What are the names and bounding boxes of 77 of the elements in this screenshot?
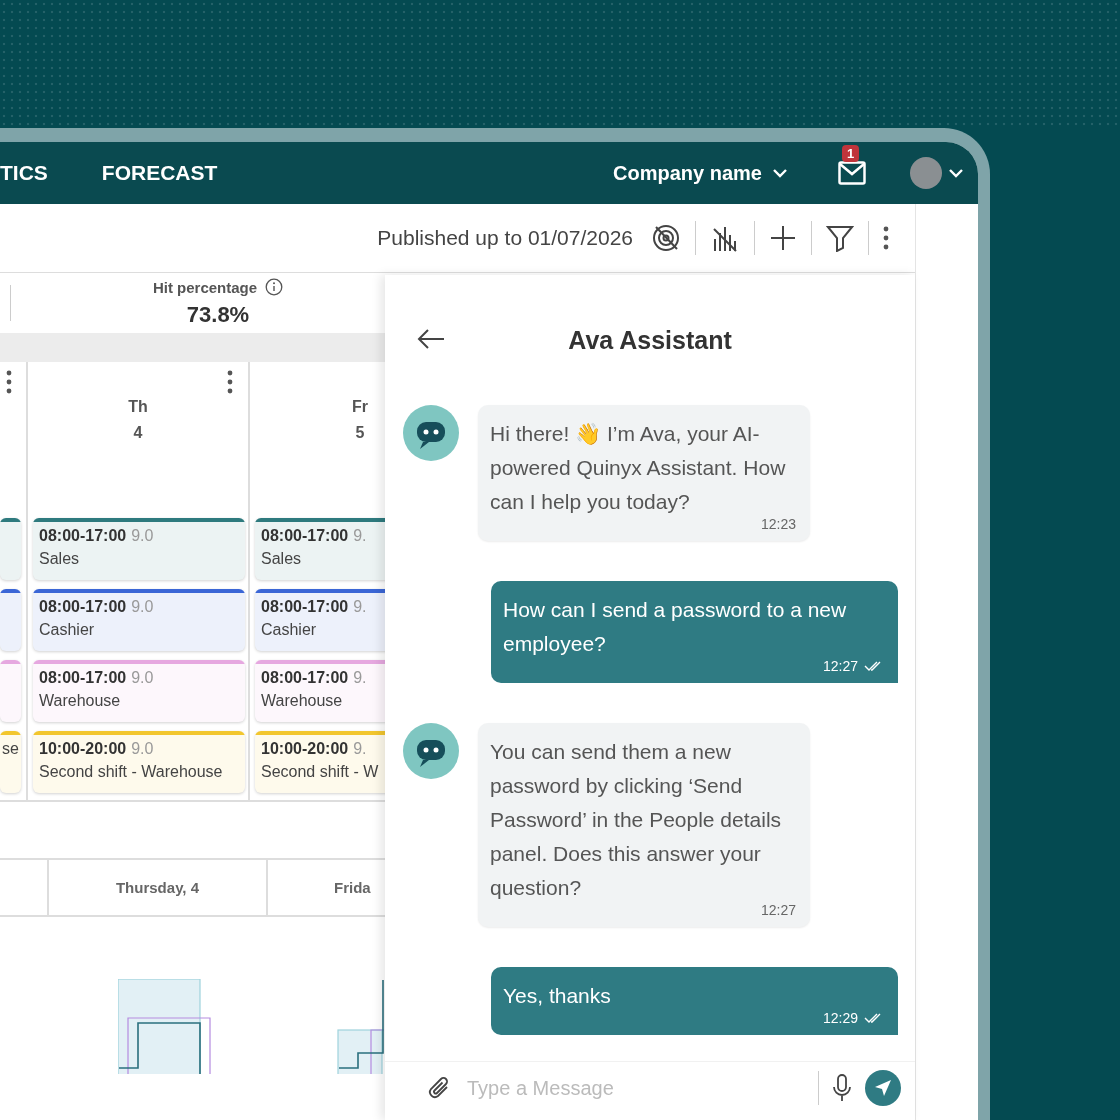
shift-card[interactable]: [0, 589, 21, 651]
shift-time: 08:00-17:00: [261, 669, 349, 687]
shift-name: se: [2, 740, 19, 758]
shift-hours: 9.0: [131, 740, 154, 758]
stat-label: Hit percentage: [152, 278, 258, 296]
shift-card[interactable]: 08:00-17:00 9. Cashier: [255, 589, 385, 651]
avatar[interactable]: [910, 157, 942, 189]
chevron-down-icon[interactable]: [948, 168, 964, 178]
shift-name: Second shift - W: [261, 763, 380, 781]
shift-card[interactable]: 08:00-17:00 9.0 Sales: [33, 518, 245, 580]
info-icon[interactable]: [265, 278, 284, 296]
robot-avatar-icon: [403, 405, 459, 461]
shift-time: 08:00-17:00: [39, 598, 127, 616]
shift-card[interactable]: 10:00-20:00 9.0 Second shift - Warehouse: [33, 731, 245, 793]
shift-hours: 9.: [353, 527, 367, 545]
published-status: Published up to 01/07/2026: [377, 226, 633, 250]
shift-name: Second shift - Warehouse: [39, 763, 224, 781]
day-date: 5: [355, 424, 365, 442]
shift-card[interactable]: 08:00-17:00 9.0 Warehouse: [33, 660, 245, 722]
shift-card[interactable]: se: [0, 731, 21, 793]
microphone-icon[interactable]: [833, 1074, 851, 1102]
day-name: Th: [128, 398, 148, 416]
send-button[interactable]: [865, 1070, 901, 1106]
stat-value: 73.8%: [186, 302, 250, 328]
chevron-down-icon: [772, 168, 788, 178]
shift-time: 08:00-17:00: [39, 527, 127, 545]
message-text: How can I send a password to a new employee?: [503, 597, 848, 657]
shift-time: 08:00-17:00: [39, 669, 127, 687]
shift-time: 10:00-20:00: [39, 740, 127, 758]
target-off-icon[interactable]: [651, 223, 681, 253]
mail-icon[interactable]: [838, 161, 866, 185]
robot-avatar-icon: [403, 723, 459, 779]
paperclip-icon[interactable]: [427, 1075, 451, 1101]
shift-time: 10:00-20:00: [261, 740, 349, 758]
shift-card[interactable]: 08:00-17:00 9. Sales: [255, 518, 385, 580]
message-time: 12:27: [760, 901, 796, 919]
send-icon: [874, 1079, 892, 1097]
message-text: Yes, thanks: [503, 983, 612, 1009]
more-options-icon[interactable]: [227, 370, 233, 394]
shift-hours: 9.0: [131, 669, 154, 687]
notification-badge: 1: [842, 145, 860, 162]
shift-hours: 9.0: [131, 598, 154, 616]
shift-name: Warehouse: [39, 692, 122, 710]
shift-name: Cashier: [39, 621, 96, 639]
shift-hours: 9.0: [131, 527, 154, 545]
day-heading: Thursday, 4: [115, 879, 200, 896]
back-arrow-icon[interactable]: [417, 328, 445, 350]
nav-tab[interactable]: FORECAST: [101, 161, 218, 185]
shift-name: Sales: [39, 550, 81, 568]
shift-time: 08:00-17:00: [261, 527, 349, 545]
message-time: 12:27: [822, 657, 858, 675]
shift-name: Sales: [261, 550, 303, 568]
shift-time: 08:00-17:00: [261, 598, 349, 616]
message-text: Hi there! 👋 I’m Ava, your AI-powered Quinyx Assistant. How can I help you today?: [490, 421, 787, 515]
more-options-icon[interactable]: [883, 226, 889, 250]
shift-card[interactable]: 10:00-20:00 9. Second shift - W: [255, 731, 385, 793]
shift-hours: 9.: [353, 740, 367, 758]
shift-name: Cashier: [261, 621, 318, 639]
message-time: 12:23: [760, 515, 796, 533]
shift-card[interactable]: 08:00-17:00 9.0 Cashier: [33, 589, 245, 651]
company-selector[interactable]: Company name: [613, 161, 788, 185]
nav-tab[interactable]: TICS: [0, 161, 48, 185]
shift-hours: 9.: [353, 669, 367, 687]
shift-card[interactable]: [0, 518, 21, 580]
plus-icon[interactable]: [769, 224, 797, 252]
message-input[interactable]: Type a Message: [465, 1075, 804, 1101]
shift-card[interactable]: 08:00-17:00 9. Warehouse: [255, 660, 385, 722]
chat-title: Ava Assistant: [568, 325, 732, 355]
day-heading: Frida: [334, 879, 371, 896]
shift-name: Warehouse: [261, 692, 344, 710]
day-date: 4: [133, 424, 143, 442]
message-text: You can send them a new password by clicking ‘Send Password’ in the People details panel. Does this answer your question?: [490, 739, 783, 901]
filter-icon[interactable]: [826, 224, 854, 252]
shift-hours: 9.: [353, 598, 367, 616]
more-options-icon[interactable]: [6, 370, 12, 394]
day-name: Fr: [352, 398, 368, 416]
message-time: 12:29: [822, 1009, 858, 1027]
